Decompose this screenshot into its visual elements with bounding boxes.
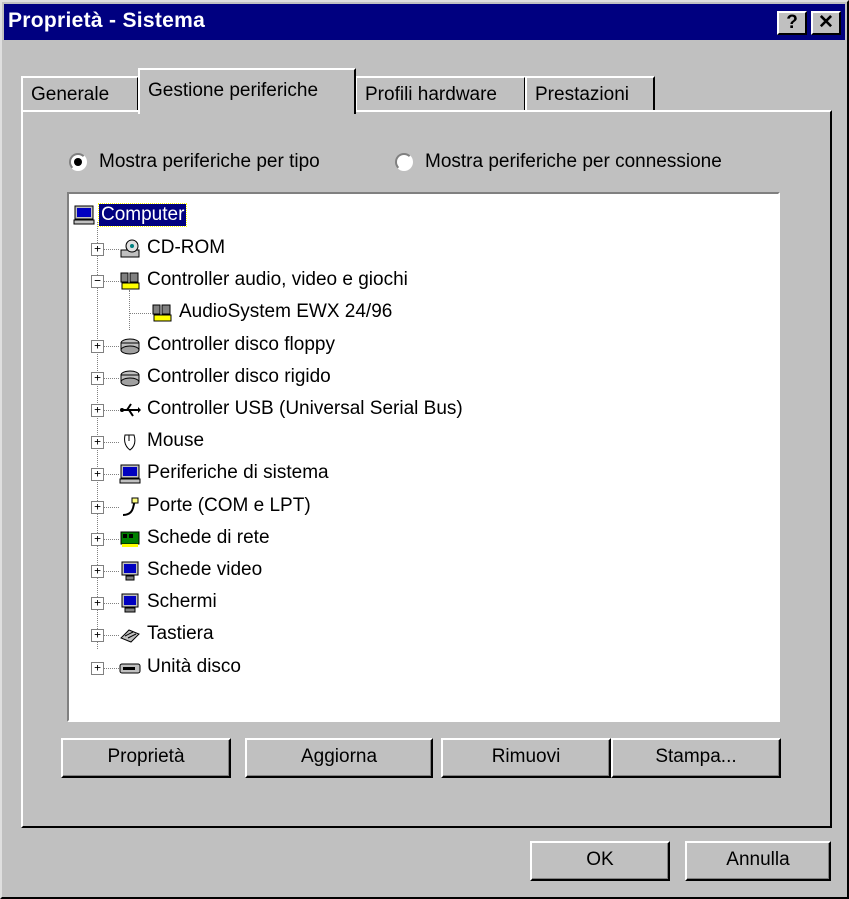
radio-by-connection-label: Mostra periferiche per connessione bbox=[425, 151, 722, 172]
window-title: Proprietà - Sistema bbox=[8, 9, 206, 32]
radio-by-type-label: Mostra periferiche per tipo bbox=[99, 151, 320, 172]
computer-icon bbox=[73, 205, 95, 225]
cancel-button-label: Annulla bbox=[726, 849, 790, 870]
ok-button[interactable]: OK bbox=[530, 841, 670, 881]
tree-item-label[interactable]: Porte (COM e LPT) bbox=[145, 495, 313, 517]
refresh-button[interactable]: Aggiorna bbox=[245, 738, 433, 778]
print-button[interactable]: Stampa... bbox=[611, 738, 781, 778]
tab-generale[interactable]: Generale bbox=[21, 76, 139, 112]
expand-icon[interactable]: + bbox=[91, 243, 104, 256]
collapse-icon[interactable]: − bbox=[91, 275, 104, 289]
tree-item-label[interactable]: Mouse bbox=[145, 430, 206, 452]
radio-by-connection[interactable]: Mostra periferiche per connessione bbox=[395, 151, 722, 173]
drive-controller-icon bbox=[120, 338, 140, 355]
radio-button-unchecked[interactable] bbox=[395, 153, 413, 171]
expand-icon[interactable]: + bbox=[91, 468, 104, 482]
system-properties-window: Proprietà - Sistema ? ✕ Generale Gestion… bbox=[0, 0, 849, 899]
multimedia-icon bbox=[120, 272, 140, 290]
display-adapter-icon bbox=[121, 561, 139, 581]
tree-item-label[interactable]: Periferiche di sistema bbox=[145, 462, 331, 484]
tab-gestione-periferiche[interactable]: Gestione periferiche bbox=[138, 68, 356, 114]
properties-button[interactable]: Proprietà bbox=[61, 738, 231, 778]
tree-item-label[interactable]: Schede di rete bbox=[145, 527, 272, 549]
monitor-icon bbox=[121, 593, 139, 613]
remove-button-label: Rimuovi bbox=[491, 746, 561, 767]
tree-item-label[interactable]: AudioSystem EWX 24/96 bbox=[177, 301, 394, 323]
tree-item-label[interactable]: Controller USB (Universal Serial Bus) bbox=[145, 398, 465, 420]
ok-button-label: OK bbox=[586, 849, 614, 870]
help-button[interactable]: ? bbox=[777, 11, 807, 35]
tree-item-label[interactable]: Tastiera bbox=[145, 623, 216, 645]
tree-item-label[interactable]: Schede video bbox=[145, 559, 264, 581]
expand-icon[interactable]: + bbox=[91, 629, 104, 643]
tab-panel: Mostra periferiche per tipo Mostra perif… bbox=[21, 110, 832, 828]
mouse-icon bbox=[124, 434, 136, 451]
remove-button[interactable]: Rimuovi bbox=[441, 738, 611, 778]
multimedia-icon bbox=[152, 304, 172, 322]
tree-item-label[interactable]: Schermi bbox=[145, 591, 219, 613]
expand-icon[interactable]: + bbox=[91, 597, 104, 611]
properties-button-label: Proprietà bbox=[107, 746, 185, 767]
refresh-button-label: Aggiorna bbox=[300, 746, 378, 767]
expand-icon[interactable]: + bbox=[91, 371, 104, 385]
cancel-button[interactable]: Annulla bbox=[685, 841, 831, 881]
close-button[interactable]: ✕ bbox=[811, 11, 841, 35]
tree-connector bbox=[129, 313, 151, 315]
tree-item-label[interactable]: CD-ROM bbox=[145, 237, 227, 259]
port-icon bbox=[122, 497, 139, 516]
tree-connector bbox=[129, 290, 130, 330]
keyboard-icon bbox=[120, 629, 140, 643]
expand-icon[interactable]: + bbox=[91, 404, 104, 417]
drive-controller-icon bbox=[120, 370, 140, 387]
tree-item-label[interactable]: Controller disco floppy bbox=[145, 334, 337, 356]
expand-icon[interactable]: + bbox=[91, 565, 104, 578]
disk-drive-icon bbox=[119, 663, 141, 674]
cdrom-icon bbox=[120, 239, 140, 258]
radio-button-checked[interactable] bbox=[69, 153, 87, 171]
expand-icon[interactable]: + bbox=[91, 661, 104, 675]
expand-icon[interactable]: + bbox=[91, 436, 104, 450]
tab-profili-hardware[interactable]: Profili hardware bbox=[355, 76, 526, 112]
tree-root-label[interactable]: Computer bbox=[97, 203, 188, 227]
radio-by-type[interactable]: Mostra periferiche per tipo bbox=[69, 151, 320, 173]
print-button-label: Stampa... bbox=[655, 746, 737, 767]
tree-item-label[interactable]: Controller disco rigido bbox=[145, 366, 333, 388]
device-tree[interactable]: Computer + CD-ROM − Controller audio, video… bbox=[67, 192, 780, 722]
tab-prestazioni[interactable]: Prestazioni bbox=[525, 76, 655, 112]
network-card-icon bbox=[120, 531, 140, 547]
expand-icon[interactable]: + bbox=[91, 500, 104, 514]
system-devices-icon bbox=[119, 464, 141, 484]
tree-item-label[interactable]: Unità disco bbox=[145, 656, 243, 678]
expand-icon[interactable]: + bbox=[91, 339, 104, 353]
title-bar[interactable]: Proprietà - Sistema ? ✕ bbox=[4, 4, 845, 40]
usb-icon bbox=[120, 403, 141, 417]
tree-item-label[interactable]: Controller audio, video e giochi bbox=[145, 269, 410, 291]
expand-icon[interactable]: + bbox=[91, 532, 104, 546]
